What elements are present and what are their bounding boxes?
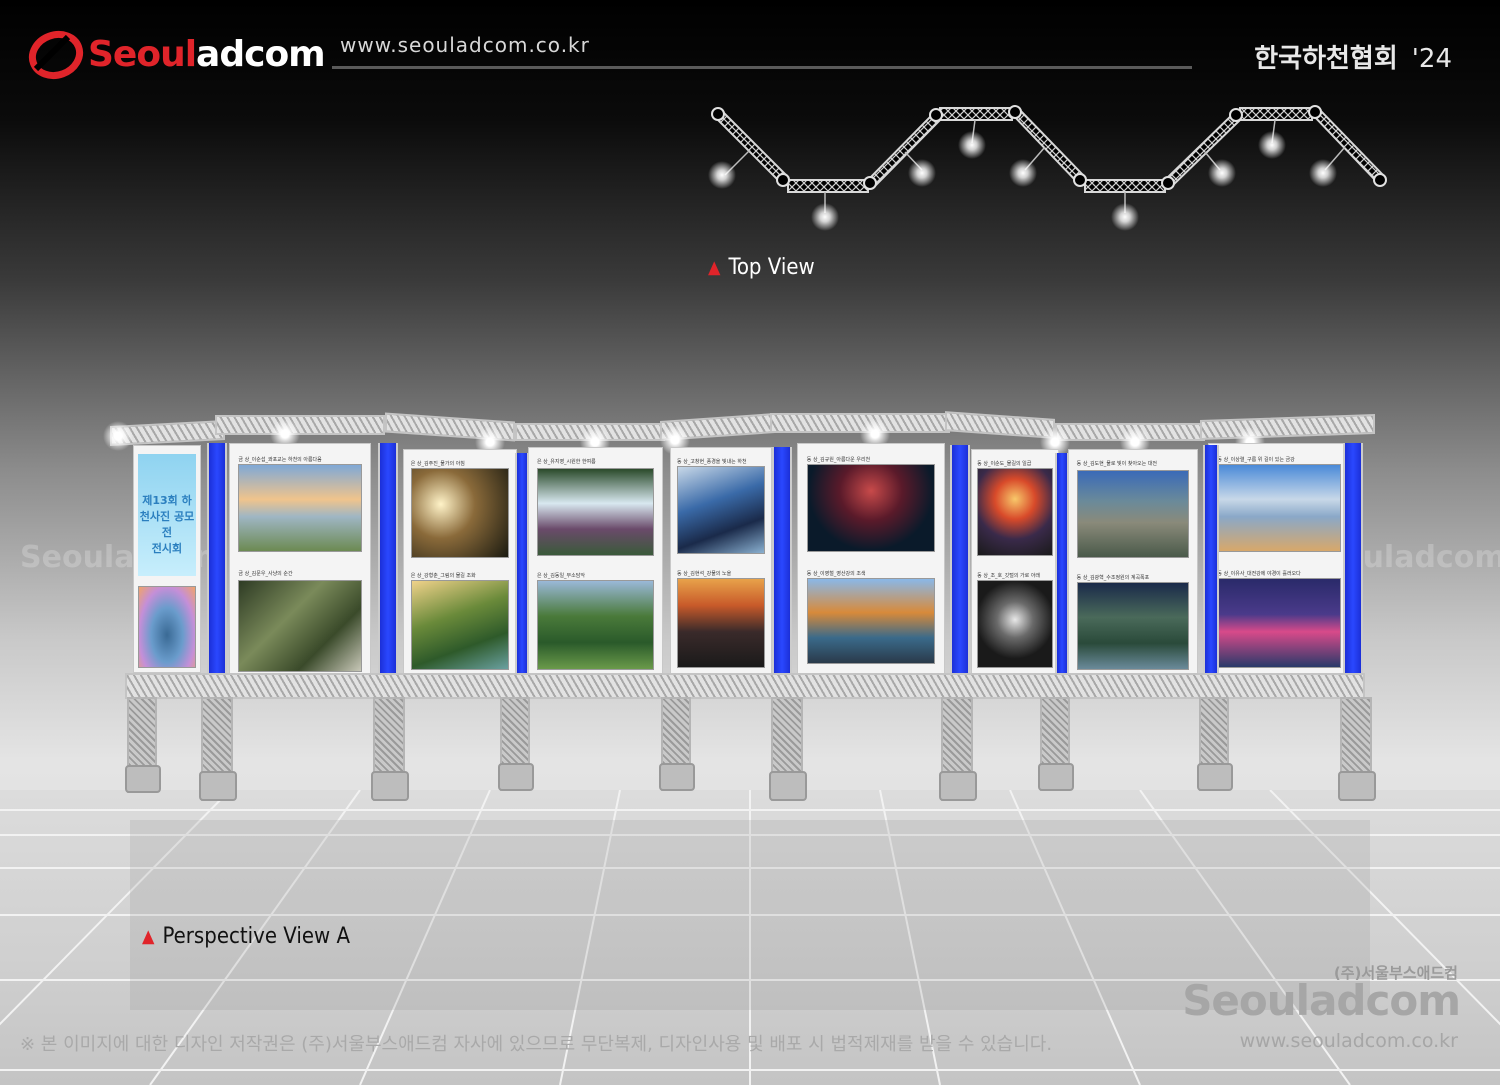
perspective-caption: ▲ Perspective View A (142, 924, 350, 949)
truss-foot (659, 763, 695, 791)
blue-column (950, 445, 970, 675)
truss-foot (939, 771, 977, 801)
blue-column (1343, 443, 1363, 675)
award-photo (977, 580, 1053, 668)
photo-panel: 은 상_유지영_시원한 한여름 은 상_김동일_부소담악 (528, 447, 663, 675)
brand-name-rest: adcom (196, 33, 326, 75)
award-photo (1217, 464, 1341, 552)
blue-column (378, 443, 398, 675)
top-view-plan (708, 105, 1387, 231)
blue-column (1055, 453, 1069, 675)
header-url: www.seouladcom.co.kr (340, 33, 590, 57)
photo-caption: 은 상_김주진_물가의 아침 (410, 461, 465, 467)
spotlight-icon (103, 421, 133, 451)
top-view-caption: ▲ Top View (708, 255, 815, 280)
top-truss-beam (945, 411, 1055, 439)
photo-caption: 은 상_강형춘_그림의 물길 조화 (410, 573, 476, 579)
intro-panel: 제13회 하천사진 공모전 전시회 (133, 445, 201, 673)
blue-column (515, 453, 529, 675)
photo-caption: 은 상_유지영_시원한 한여름 (536, 459, 596, 465)
photo-caption: 동 상_김광혁_수조정원의 계곡폭포 (1076, 575, 1150, 581)
truss-foot (1338, 771, 1376, 801)
top-view-label: Top View (728, 255, 815, 280)
booth-perspective: 제13회 하천사진 공모전 전시회 금 상_이순섭_콰포교는 하천의 아름다움 … (95, 405, 1395, 805)
truss-foot (125, 765, 161, 793)
copyright-notice: ※ 본 이미지에 대한 디자인 저작권은 (주)서울부스애드컴 자사에 있으므로… (20, 1034, 1053, 1055)
intro-title-line2: 전시회 (151, 542, 183, 555)
client-year: '24 (1411, 44, 1452, 74)
bottom-truss-beam (125, 673, 1365, 699)
top-truss-beam (1200, 413, 1375, 441)
photo-caption: 동 상_고창현_풍경을 빛내는 하천 (677, 459, 747, 465)
top-truss-beam (215, 415, 385, 435)
intro-title-line1: 제13회 하천사진 공모전 (139, 494, 195, 539)
award-photo (677, 578, 765, 668)
photo-caption: 금 상_이순섭_콰포교는 하천의 아름다움 (238, 457, 322, 463)
award-photo (806, 578, 936, 664)
award-photo (238, 464, 362, 552)
brand-name-red: Seoul (88, 33, 197, 75)
client-title: 한국하천협회 '24 (1254, 38, 1452, 75)
client-name: 한국하천협회 (1254, 44, 1398, 74)
photo-panel: 금 상_이순섭_콰포교는 하천의 아름다움 금 상_김문우_사냥의 순간 (229, 443, 371, 675)
award-photo (238, 580, 362, 672)
red-triangle-icon: ▲ (142, 926, 155, 947)
header-divider (332, 66, 1192, 69)
photo-panel: 동 상_이상렬_구름 위 길이 있는 금강 동 상_이유사_대전강에 야경이 흘… (1208, 443, 1350, 675)
photo-panel: 동 상_김도현_물로 빛이 찾아오는 대전 동 상_김광혁_수조정원의 계곡폭포 (1068, 449, 1198, 675)
photo-panel: 동 상_김규원_아름다운 우리천 동 상_이영철_영산강의 조색 (797, 443, 945, 675)
truss-foot (1197, 763, 1233, 791)
photo-panel: 동 상_고창현_풍경을 빛내는 하천 동 상_김현석_강물의 노을 (670, 447, 772, 675)
award-photo (977, 468, 1053, 556)
intro-poster: 제13회 하천사진 공모전 전시회 (137, 454, 197, 576)
award-photo (410, 580, 510, 670)
footer-url: www.seouladcom.co.kr (1239, 1030, 1458, 1052)
award-photo (536, 580, 654, 670)
award-photo (1076, 470, 1190, 558)
truss-foot (498, 763, 534, 791)
photo-caption: 동 상_김규원_아름다운 우리천 (806, 457, 871, 463)
photo-caption: 동 상_이유사_대전강에 야경이 흘러오다 (1217, 571, 1301, 577)
award-photo (1076, 582, 1190, 670)
truss-foot (769, 771, 807, 801)
photo-panel: 은 상_김주진_물가의 아침 은 상_강형춘_그림의 물길 조화 (403, 449, 517, 675)
award-photo (410, 468, 510, 558)
brand-logo: Seouladcom (28, 24, 326, 84)
photo-caption: 동 상_이상렬_구름 위 길이 있는 금강 (1217, 457, 1295, 463)
photo-caption: 동 상_김현석_강물의 노을 (677, 571, 732, 577)
red-triangle-icon: ▲ (708, 257, 721, 278)
blue-column (1203, 445, 1219, 675)
photo-caption: 동 상_이순도_물길의 일곱 (977, 461, 1032, 467)
footer-logo: Seouladcom (1182, 976, 1461, 1025)
perspective-label: Perspective View A (162, 924, 351, 949)
photo-caption: 동 상_이영철_영산강의 조색 (806, 571, 866, 577)
logo-swoosh-icon (28, 30, 84, 80)
award-photo (137, 586, 197, 668)
award-photo (1217, 578, 1341, 668)
truss-foot (1038, 763, 1074, 791)
photo-caption: 동 상_조_호_깃털의 가로 아래 (977, 573, 1041, 579)
truss-foot (199, 771, 237, 801)
award-photo (536, 468, 654, 556)
photo-panel: 동 상_이순도_물길의 일곱 동 상_조_호_깃털의 가로 아래 (971, 449, 1059, 675)
award-photo (806, 464, 936, 552)
photo-caption: 금 상_김문우_사냥의 순간 (238, 571, 293, 577)
blue-column (772, 447, 792, 675)
blue-column (207, 443, 227, 675)
photo-caption: 동 상_김도현_물로 빛이 찾아오는 대전 (1076, 461, 1158, 467)
truss-foot (371, 771, 409, 801)
award-photo (677, 466, 765, 554)
photo-caption: 은 상_김동일_부소담악 (536, 573, 585, 579)
